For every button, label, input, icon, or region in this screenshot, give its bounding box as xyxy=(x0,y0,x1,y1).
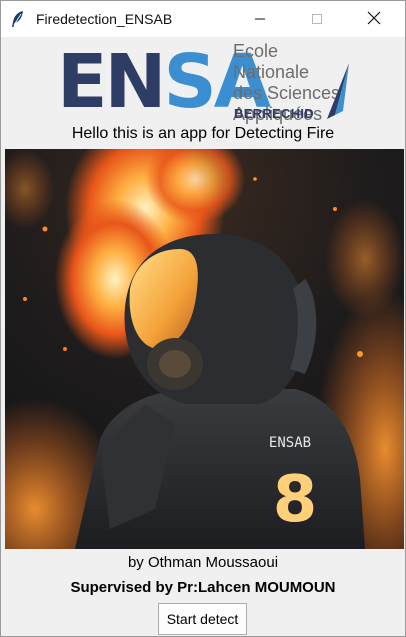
close-button[interactable] xyxy=(351,1,397,37)
minimize-button[interactable] xyxy=(237,1,283,37)
logo-city: BERRECHID xyxy=(234,106,314,121)
window-title: Firedetection_ENSAB xyxy=(36,11,173,27)
app-subtitle: Hello this is an app for Detecting Fire xyxy=(71,125,335,142)
feather-icon xyxy=(11,10,25,28)
close-icon xyxy=(367,10,381,29)
ensa-logo: ENSA Ecole Nationale des Sciences Appliq… xyxy=(57,39,353,125)
jacket-number: 8 xyxy=(273,463,318,537)
app-window: Firedetection_ENSAB ENSA Ecole Nationale… xyxy=(0,0,406,637)
title-bar[interactable]: Firedetection_ENSAB xyxy=(1,1,405,37)
logo-arrow-icon xyxy=(325,63,351,125)
maximize-icon xyxy=(311,10,323,29)
maximize-button[interactable] xyxy=(294,1,340,37)
minimize-icon xyxy=(254,10,266,29)
jacket-text: ENSAB xyxy=(269,435,311,451)
firefighter-image: ENSAB 8 xyxy=(5,149,404,549)
author-credit: by Othman Moussaoui xyxy=(127,554,279,571)
supervisor-credit: Supervised by Pr:Lahcen MOUMOUN xyxy=(70,579,336,596)
start-detect-button[interactable]: Start detect xyxy=(158,603,247,635)
logo-letters-dark: EN xyxy=(57,39,166,125)
